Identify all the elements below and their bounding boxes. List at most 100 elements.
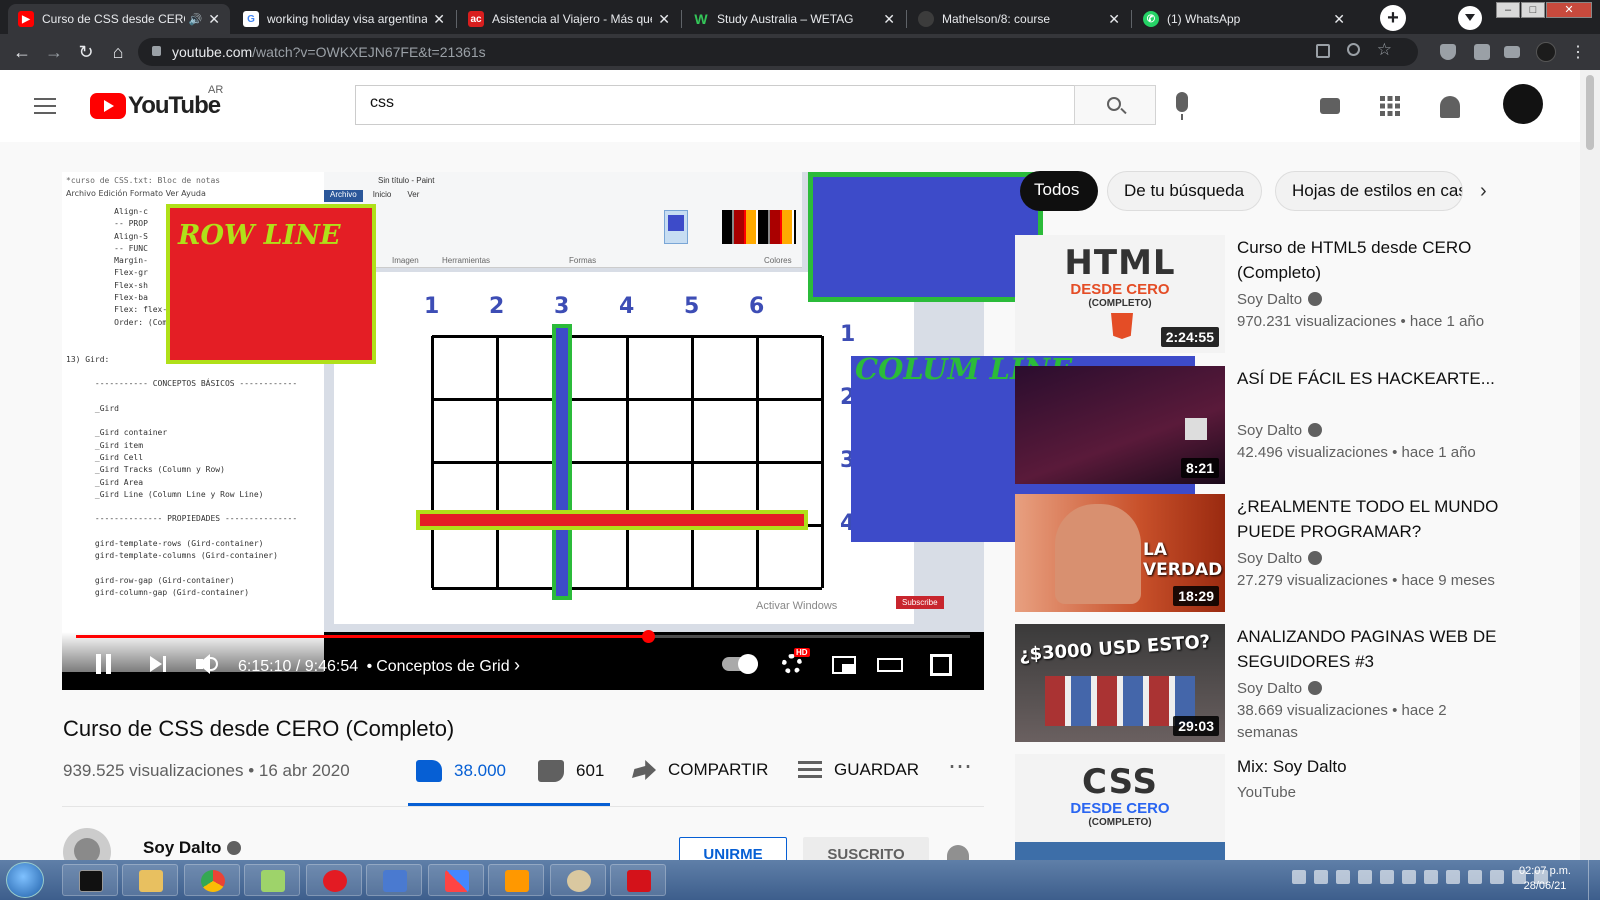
browser-tab-asistencia[interactable]: ac Asistencia al Viajero - Más que ✕ [458, 4, 680, 34]
tab-search-button[interactable] [1458, 6, 1482, 30]
recommendation-title[interactable]: Curso de HTML5 desde CERO (Completo) [1237, 235, 1502, 285]
close-tab-icon[interactable]: ✕ [658, 11, 670, 28]
chip-todos[interactable]: Todos [1020, 171, 1098, 211]
tray-flag-icon[interactable] [1314, 870, 1328, 884]
audio-playing-icon[interactable]: 🔊 [189, 13, 203, 26]
recommendation-title[interactable]: Mix: Soy Dalto [1237, 754, 1502, 779]
chapter-chevron-icon[interactable]: › [514, 655, 520, 675]
recommendation-item[interactable]: 8:21 ASÍ DE FÁCIL ES HACKEARTE... Soy Da… [1015, 366, 1575, 484]
show-desktop-button[interactable] [1588, 860, 1600, 900]
taskbar-acrobat[interactable] [610, 864, 666, 896]
miniplayer-icon[interactable] [830, 650, 858, 678]
tray-network-icon[interactable] [1380, 870, 1394, 884]
taskbar-sublime[interactable] [488, 864, 544, 896]
tray-volume-icon[interactable] [1358, 870, 1372, 884]
theater-mode-icon[interactable] [876, 650, 904, 678]
shield-extension-icon[interactable] [1440, 44, 1456, 60]
taskbar-explorer[interactable] [122, 864, 178, 896]
search-button[interactable] [1074, 85, 1156, 125]
recommendation-thumbnail[interactable]: LA VERDAD 18:29 [1015, 494, 1225, 612]
close-tab-icon[interactable]: ✕ [1333, 11, 1345, 28]
create-video-icon[interactable] [1320, 98, 1340, 114]
hamburger-menu-icon[interactable] [34, 98, 56, 114]
dislike-button[interactable]: 601 [538, 760, 604, 782]
tray-icon[interactable] [1468, 870, 1482, 884]
recommendation-title[interactable]: ASÍ DE FÁCIL ES HACKEARTE... [1237, 366, 1502, 391]
tray-icon[interactable] [1490, 870, 1504, 884]
chapter-title[interactable]: Conceptos de Grid [376, 658, 509, 675]
search-input[interactable]: css [355, 85, 1075, 125]
like-button[interactable]: 38.000 [416, 760, 506, 782]
taskbar-clock[interactable]: 02:07 p.m. 28/06/21 [1510, 864, 1580, 894]
chips-next-chevron-icon[interactable]: › [1480, 180, 1487, 203]
taskbar-cmd[interactable] [62, 864, 118, 896]
close-window-button[interactable]: ✕ [1546, 2, 1592, 18]
settings-gear-icon[interactable]: HD [780, 648, 810, 678]
recommendation-channel[interactable]: Soy Dalto [1237, 422, 1323, 439]
recommendation-channel[interactable]: Soy Dalto [1237, 680, 1323, 697]
back-button[interactable]: ← [10, 40, 34, 64]
taskbar-monitor[interactable] [366, 864, 422, 896]
install-app-icon[interactable] [1316, 44, 1330, 58]
tray-icon[interactable] [1446, 870, 1460, 884]
video-progress-bar[interactable] [76, 630, 970, 643]
next-video-icon[interactable] [146, 650, 170, 678]
windows-start-button[interactable] [6, 862, 44, 898]
recommendation-item[interactable]: ¿$3000 USD ESTO? 29:03 ANALIZANDO PAGINA… [1015, 624, 1575, 742]
pause-icon[interactable] [92, 650, 116, 678]
taskbar-app[interactable] [428, 864, 484, 896]
recommendation-item[interactable]: CSS DESDE CERO (COMPLETO) Mix: Soy Dalto… [1015, 754, 1575, 860]
recommendation-channel[interactable]: Soy Dalto [1237, 550, 1323, 567]
autoplay-toggle[interactable] [722, 654, 758, 674]
zoom-icon[interactable] [1347, 43, 1360, 56]
recommendation-item[interactable]: LA VERDAD 18:29 ¿REALMENTE TODO EL MUNDO… [1015, 494, 1575, 612]
tray-icon[interactable] [1336, 870, 1350, 884]
close-tab-icon[interactable]: ✕ [433, 11, 445, 28]
forward-button[interactable]: → [42, 40, 66, 64]
chip-de-tu-busqueda[interactable]: De tu búsqueda [1107, 171, 1262, 211]
taskbar-notes[interactable] [244, 864, 300, 896]
notifications-bell-icon[interactable] [1440, 96, 1460, 118]
browser-tab-google[interactable]: G working holiday visa argentina ✕ [233, 4, 455, 34]
recommendation-channel[interactable]: Soy Dalto [1237, 291, 1323, 308]
apps-grid-icon[interactable] [1380, 96, 1400, 116]
recommendation-thumbnail[interactable]: CSS DESDE CERO (COMPLETO) [1015, 754, 1225, 860]
save-button[interactable]: GUARDAR [798, 760, 919, 780]
close-tab-icon[interactable]: ✕ [883, 11, 895, 28]
page-scrollbar[interactable] [1580, 70, 1600, 860]
channel-name[interactable]: Soy Dalto [143, 838, 242, 858]
chip-hojas-de-estilos[interactable]: Hojas de estilos en cascada [1275, 171, 1463, 211]
maximize-window-button[interactable]: □ [1521, 2, 1545, 18]
new-tab-button[interactable]: + [1380, 5, 1406, 31]
tray-icon[interactable] [1424, 870, 1438, 884]
recommendation-thumbnail[interactable]: HTML DESDE CERO (COMPLETO) 2:24:55 [1015, 235, 1225, 353]
browser-menu-icon[interactable]: ⋮ [1570, 42, 1586, 62]
voice-search-mic-icon[interactable] [1176, 92, 1188, 120]
more-actions-icon[interactable]: ⋯ [948, 752, 972, 781]
browser-tab-whatsapp[interactable]: ✆ (1) WhatsApp ✕ [1133, 4, 1355, 34]
browser-tab-youtube[interactable]: ▶ Curso de CSS desde CERO 🔊 ✕ [8, 4, 230, 34]
taskbar-goto[interactable] [306, 864, 362, 896]
recommendation-thumbnail[interactable]: 8:21 [1015, 366, 1225, 484]
tray-icon[interactable] [1402, 870, 1416, 884]
recommendation-channel[interactable]: YouTube [1237, 784, 1296, 801]
close-tab-icon[interactable]: ✕ [208, 11, 220, 28]
recommendation-title[interactable]: ANALIZANDO PAGINAS WEB DE SEGUIDORES #3 [1237, 624, 1502, 674]
address-bar[interactable]: youtube.com/watch?v=OWKXEJN67FE&t=21361s… [138, 38, 1418, 66]
reload-button[interactable]: ↻ [74, 40, 98, 64]
profile-avatar-icon[interactable] [1536, 42, 1556, 62]
browser-tab-github[interactable]: Mathelson/8: course ✕ [908, 4, 1130, 34]
account-avatar[interactable] [1503, 84, 1543, 124]
extensions-puzzle-icon[interactable] [1474, 44, 1490, 60]
fullscreen-icon[interactable] [928, 650, 954, 678]
recommendation-title[interactable]: ¿REALMENTE TODO EL MUNDO PUEDE PROGRAMAR… [1237, 494, 1502, 544]
volume-icon[interactable] [194, 650, 222, 678]
home-button[interactable]: ⌂ [106, 40, 130, 64]
browser-tab-study-australia[interactable]: W Study Australia – WETAG ✕ [683, 4, 905, 34]
share-button[interactable]: COMPARTIR [632, 760, 768, 780]
taskbar-paint[interactable] [550, 864, 606, 896]
recommendation-thumbnail[interactable]: ¿$3000 USD ESTO? 29:03 [1015, 624, 1225, 742]
media-control-icon[interactable] [1504, 46, 1520, 58]
tray-icon[interactable] [1292, 870, 1306, 884]
taskbar-chrome[interactable] [184, 864, 240, 896]
